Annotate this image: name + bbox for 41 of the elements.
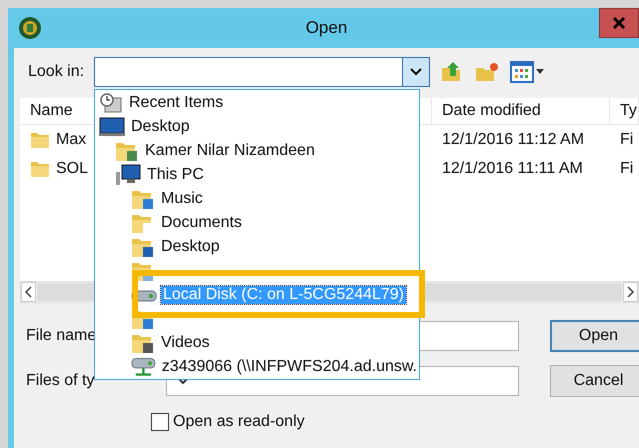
location-item[interactable]: Documents: [159, 214, 244, 232]
location-item[interactable]: Music: [159, 190, 205, 208]
folder-icon: [131, 236, 155, 258]
look-in-label: Look in:: [28, 63, 86, 81]
location-item[interactable]: Desktop: [159, 238, 222, 256]
column-header[interactable]: Date modified: [432, 98, 610, 124]
look-in-dropdown[interactable]: [94, 57, 430, 87]
new-folder-icon[interactable]: [474, 60, 500, 84]
date-cell-text: 12/1/2016 11:11 AM: [441, 160, 584, 178]
close-icon: [612, 16, 626, 30]
location-item[interactable]: This PC: [145, 166, 206, 184]
type-cell-text: Fi: [619, 160, 634, 178]
location-item[interactable]: Recent Items: [127, 94, 226, 112]
date-cell-text: 12/1/2016 11:12 AM: [441, 130, 586, 148]
monitor-icon: [99, 117, 125, 137]
file-name[interactable]: Max: [56, 130, 86, 148]
location-item[interactable]: Desktop: [129, 118, 192, 136]
file-name-label: File name: [26, 327, 98, 345]
open-button[interactable]: Open: [550, 320, 639, 352]
file-name[interactable]: SOL: [56, 160, 88, 178]
read-only-checkbox[interactable]: [151, 413, 169, 431]
column-header[interactable]: Ty: [610, 98, 639, 124]
folder-icon: [131, 332, 155, 354]
computer-icon: [115, 164, 141, 186]
location-item[interactable]: z3439066 (\\INFPWFS204.ad.unsw.: [160, 358, 419, 376]
chevron-down-icon: [410, 68, 422, 76]
network-drive-icon: [131, 356, 156, 378]
view-menu-icon[interactable]: [510, 60, 546, 84]
type-cell-text: Fi: [619, 130, 634, 148]
globe-icon: [18, 16, 42, 40]
location-item[interactable]: Kamer Nilar Nizamdeen: [143, 142, 317, 160]
location-item[interactable]: Videos: [159, 334, 212, 352]
close-button[interactable]: [599, 8, 639, 38]
read-only-label: Open as read-only: [173, 413, 305, 431]
clock-icon: [99, 92, 123, 114]
cancel-button[interactable]: Cancel: [550, 365, 639, 397]
chevron-down-icon: [177, 377, 189, 385]
folder-icon: [131, 188, 155, 210]
window-title: Open: [306, 18, 348, 38]
folder-icon: [115, 140, 139, 162]
file-type-label: Files of ty: [26, 372, 96, 390]
